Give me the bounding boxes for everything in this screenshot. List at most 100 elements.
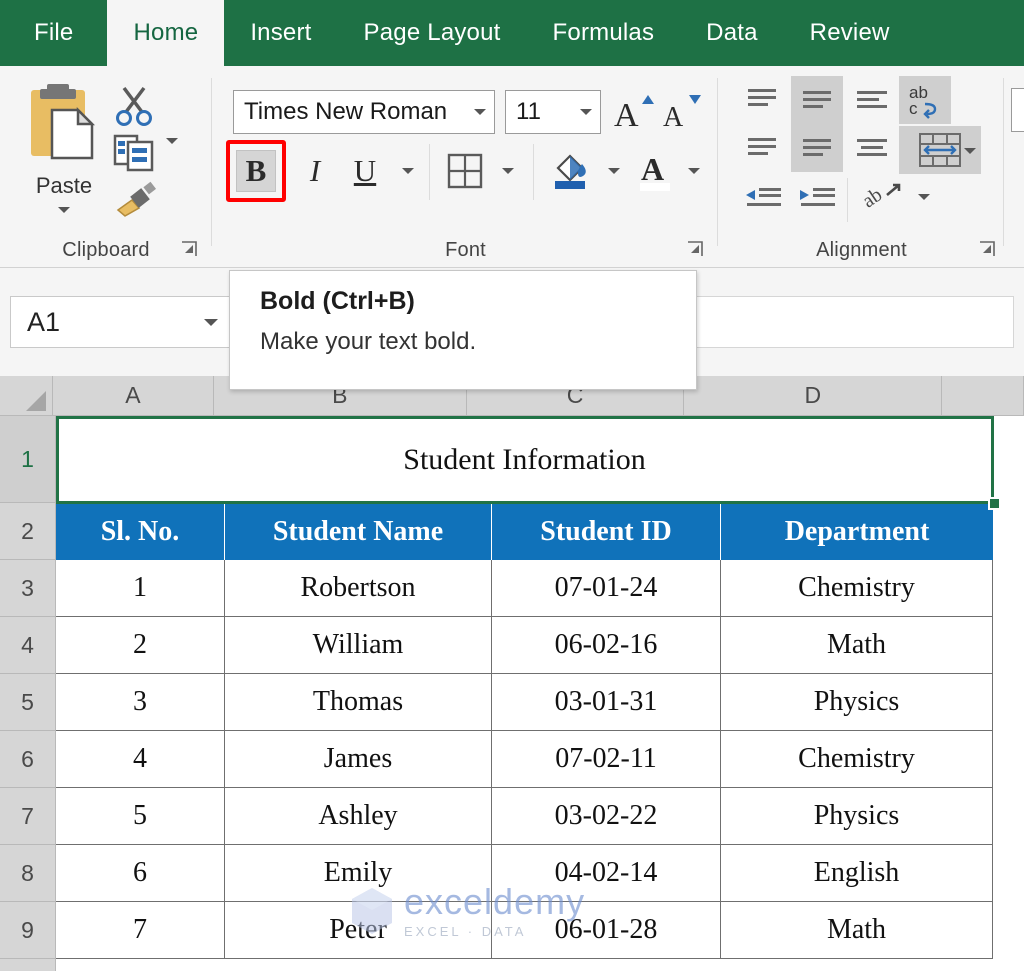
cell-c2-header[interactable]: Student ID xyxy=(492,503,721,560)
cell-c3[interactable]: 07-01-24 xyxy=(492,560,721,617)
font-color-dropdown-button[interactable] xyxy=(681,158,707,184)
cell-e5[interactable] xyxy=(993,674,1024,731)
align-bottom-selected-button[interactable] xyxy=(791,124,843,172)
number-format-combo[interactable] xyxy=(1011,88,1024,132)
paste-button[interactable]: Paste xyxy=(18,82,110,232)
cut-button[interactable] xyxy=(112,84,156,133)
cell-d6[interactable]: Chemistry xyxy=(721,731,993,788)
row-header-2[interactable]: 2 xyxy=(0,503,56,560)
row-header-7[interactable]: 7 xyxy=(0,788,56,845)
cell-d4[interactable]: Math xyxy=(721,617,993,674)
tab-page-layout[interactable]: Page Layout xyxy=(338,0,527,66)
cell-b7[interactable]: Ashley xyxy=(225,788,492,845)
bold-button[interactable]: B xyxy=(236,150,276,192)
font-dialog-launcher[interactable] xyxy=(686,240,704,258)
wrap-text-button[interactable]: ab c xyxy=(899,76,951,124)
cell-e2[interactable] xyxy=(993,503,1024,560)
clipboard-dialog-launcher[interactable] xyxy=(180,240,198,258)
column-header-a[interactable]: A xyxy=(53,376,214,416)
orientation-dropdown-button[interactable] xyxy=(911,184,937,210)
align-top-button[interactable] xyxy=(739,80,785,120)
column-header-d[interactable]: D xyxy=(684,376,943,416)
cell-e4[interactable] xyxy=(993,617,1024,674)
column-header-e[interactable] xyxy=(942,376,1024,416)
row-header-4[interactable]: 4 xyxy=(0,617,56,674)
tab-review[interactable]: Review xyxy=(784,0,916,66)
tab-data[interactable]: Data xyxy=(680,0,784,66)
cell-b6[interactable]: James xyxy=(225,731,492,788)
row-header-9[interactable]: 9 xyxy=(0,902,56,959)
row-header-1[interactable]: 1 xyxy=(0,416,56,503)
row-header-6[interactable]: 6 xyxy=(0,731,56,788)
decrease-font-size-button[interactable]: A xyxy=(659,88,703,136)
row-header-5[interactable]: 5 xyxy=(0,674,56,731)
cell-d2-header[interactable]: Department xyxy=(721,503,993,560)
increase-indent-button[interactable] xyxy=(793,176,841,216)
fill-color-button[interactable] xyxy=(546,148,592,194)
cell-d7[interactable]: Physics xyxy=(721,788,993,845)
select-all-corner[interactable] xyxy=(0,376,54,416)
merge-dropdown-button[interactable] xyxy=(957,138,983,164)
cell-e8[interactable] xyxy=(993,845,1024,902)
cell-b3[interactable]: Robertson xyxy=(225,560,492,617)
tab-formulas[interactable]: Formulas xyxy=(527,0,681,66)
decrease-indent-button[interactable] xyxy=(739,176,787,216)
tab-insert[interactable]: Insert xyxy=(224,0,337,66)
font-name-combo[interactable]: Times New Roman xyxy=(233,90,495,134)
format-painter-button[interactable] xyxy=(112,178,158,223)
cell-b8[interactable]: Emily xyxy=(225,845,492,902)
row-header-3[interactable]: 3 xyxy=(0,560,56,617)
cell-e9[interactable] xyxy=(993,902,1024,959)
orientation-button[interactable]: ab xyxy=(861,176,907,216)
cell-c6[interactable]: 07-02-11 xyxy=(492,731,721,788)
cell-e6[interactable] xyxy=(993,731,1024,788)
cell-c8[interactable]: 04-02-14 xyxy=(492,845,721,902)
copy-button[interactable] xyxy=(112,132,156,179)
cell-c9[interactable]: 06-01-28 xyxy=(492,902,721,959)
row-header-8[interactable]: 8 xyxy=(0,845,56,902)
cell-b9[interactable]: Peter xyxy=(225,902,492,959)
alignment-dialog-launcher[interactable] xyxy=(978,240,996,258)
cell-d9[interactable]: Math xyxy=(721,902,993,959)
row-header-10[interactable] xyxy=(0,959,56,971)
cell-a8[interactable]: 6 xyxy=(56,845,225,902)
font-size-combo[interactable]: 11 xyxy=(505,90,601,134)
cell-a5[interactable]: 3 xyxy=(56,674,225,731)
cell-d5[interactable]: Physics xyxy=(721,674,993,731)
font-size-dropdown-arrow[interactable] xyxy=(572,109,600,115)
cell-c5[interactable]: 03-01-31 xyxy=(492,674,721,731)
tab-file[interactable]: File xyxy=(0,0,107,66)
increase-font-size-button[interactable]: A xyxy=(611,88,655,136)
tab-home[interactable]: Home xyxy=(107,0,225,66)
align-middle-button[interactable] xyxy=(791,76,843,124)
underline-dropdown-button[interactable] xyxy=(395,158,421,184)
align-left-button[interactable] xyxy=(849,80,895,120)
cell-a3[interactable]: 1 xyxy=(56,560,225,617)
cell-a7[interactable]: 5 xyxy=(56,788,225,845)
cell-d8[interactable]: English xyxy=(721,845,993,902)
font-color-button[interactable]: A xyxy=(633,148,677,194)
cell-a4[interactable]: 2 xyxy=(56,617,225,674)
cell-b2-header[interactable]: Student Name xyxy=(225,503,492,560)
copy-dropdown-button[interactable] xyxy=(166,138,178,162)
borders-button[interactable] xyxy=(443,150,487,192)
italic-button[interactable]: I xyxy=(295,150,335,192)
cell-a1-title[interactable]: Student Information xyxy=(56,416,993,503)
cell-a2-header[interactable]: Sl. No. xyxy=(56,503,225,560)
cell-c7[interactable]: 03-02-22 xyxy=(492,788,721,845)
underline-button[interactable]: U xyxy=(345,150,385,192)
align-center-button[interactable] xyxy=(849,128,895,168)
cell-b5[interactable]: Thomas xyxy=(225,674,492,731)
cell-a10[interactable] xyxy=(56,959,1024,971)
align-bottom-button[interactable] xyxy=(739,128,785,168)
cell-c4[interactable]: 06-02-16 xyxy=(492,617,721,674)
fill-color-dropdown-button[interactable] xyxy=(601,158,627,184)
cell-a9[interactable]: 7 xyxy=(56,902,225,959)
name-box[interactable]: A1 xyxy=(10,296,232,348)
cell-e3[interactable] xyxy=(993,560,1024,617)
cell-a6[interactable]: 4 xyxy=(56,731,225,788)
cell-e1[interactable] xyxy=(993,416,1024,503)
name-box-dropdown-arrow[interactable] xyxy=(191,318,231,326)
font-name-dropdown-arrow[interactable] xyxy=(466,109,494,115)
borders-dropdown-button[interactable] xyxy=(495,158,521,184)
